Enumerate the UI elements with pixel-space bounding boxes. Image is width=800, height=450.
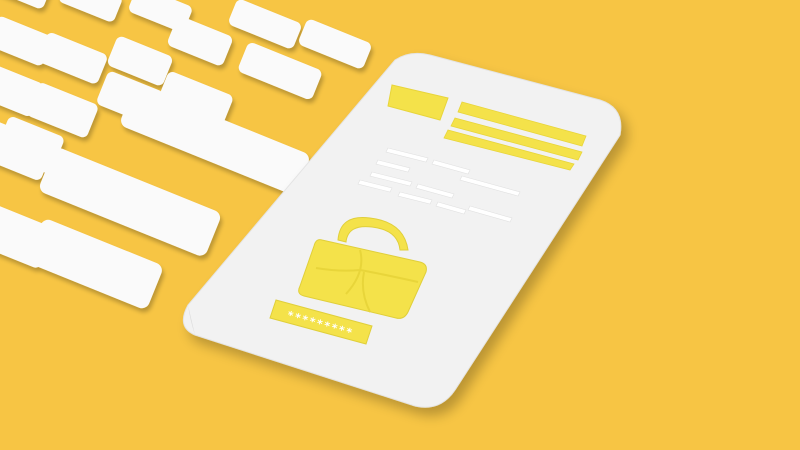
keyboard-key <box>229 0 301 49</box>
keyboard-key <box>0 0 51 9</box>
illustration-scene: ********* <box>0 0 800 450</box>
keyboard-key <box>168 16 232 66</box>
scene-svg: ********* <box>0 0 622 408</box>
keyboard-key <box>38 32 107 84</box>
keyboard-key <box>59 0 122 22</box>
keyboard-key <box>299 19 371 69</box>
keyboard-key <box>238 42 322 100</box>
